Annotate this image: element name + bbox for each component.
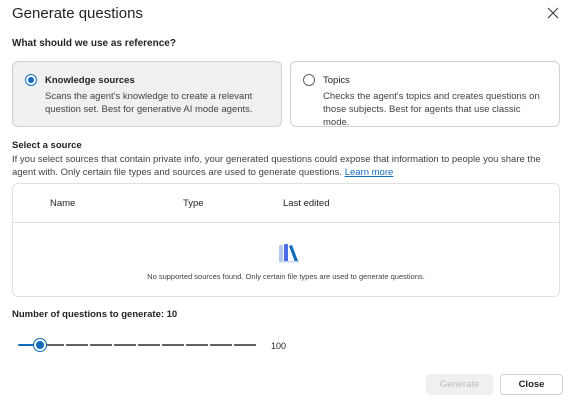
source-title: Select a source xyxy=(12,140,82,151)
slider-tick xyxy=(160,343,162,347)
option-title: Topics xyxy=(323,75,350,86)
learn-more-link[interactable]: Learn more xyxy=(345,167,394,178)
generate-button[interactable]: Generate xyxy=(426,374,493,395)
option-description: Checks the agent's topics and creates qu… xyxy=(323,91,540,128)
empty-state-message: No supported sources found. Only certain… xyxy=(147,272,425,281)
dialog-title: Generate questions xyxy=(12,5,143,22)
column-header-last-edited[interactable]: Last edited xyxy=(283,198,329,209)
slider-max-label: 100 xyxy=(271,341,287,351)
slider-tick xyxy=(184,343,186,347)
option-card-knowledge-sources[interactable]: Knowledge sources Scans the agent's know… xyxy=(12,61,282,127)
close-icon[interactable] xyxy=(544,4,562,22)
option-card-topics[interactable]: Topics Checks the agent's topics and cre… xyxy=(290,61,560,128)
option-title: Knowledge sources xyxy=(45,75,135,86)
column-header-type[interactable]: Type xyxy=(183,198,204,209)
close-button[interactable]: Close xyxy=(500,374,563,395)
question-count-label: Number of questions to generate: 10 xyxy=(12,309,178,320)
slider-thumb[interactable] xyxy=(34,339,46,351)
slider-tick xyxy=(232,343,234,347)
books-icon xyxy=(279,244,299,263)
slider-track xyxy=(40,344,256,346)
column-header-name[interactable]: Name xyxy=(50,198,75,209)
source-description-text: If you select sources that contain priva… xyxy=(12,154,541,178)
table-header: Name Type Last edited xyxy=(13,184,559,223)
reference-label: What should we use as reference? xyxy=(12,38,176,49)
slider-tick xyxy=(208,343,210,347)
slider-tick xyxy=(136,343,138,347)
radio-knowledge-sources[interactable] xyxy=(25,74,37,86)
source-description: If you select sources that contain priva… xyxy=(12,153,564,179)
slider-tick xyxy=(112,343,114,347)
option-description: Scans the agent's knowledge to create a … xyxy=(45,91,253,115)
slider-tick xyxy=(64,343,66,347)
slider-tick xyxy=(88,343,90,347)
sources-table: Name Type Last edited No supported sourc… xyxy=(12,183,560,297)
radio-topics[interactable] xyxy=(303,74,315,86)
question-count-slider[interactable] xyxy=(18,337,258,353)
